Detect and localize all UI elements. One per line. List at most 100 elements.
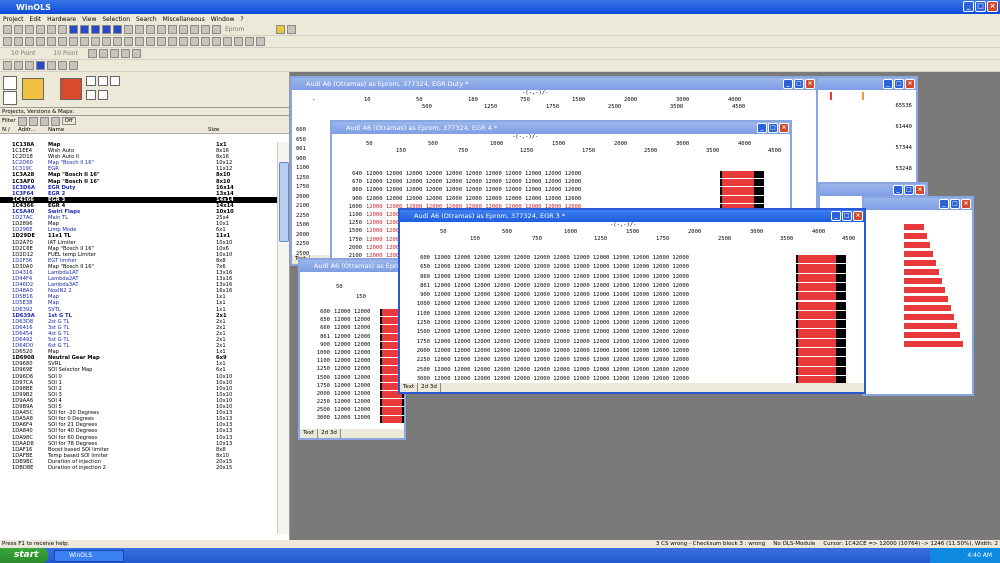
help-icon[interactable] [287,25,297,34]
grid-row[interactable]: 860 12000 12000 12000 12000 12000 12000 1… [402,273,864,282]
menu-search[interactable]: Search [136,16,157,23]
grid-row[interactable]: 2250 12000 12000 12000 12000 12000 12000 … [402,356,864,365]
tab-2d3d[interactable]: 2d 3d [418,383,441,392]
menu-view[interactable]: View [82,16,96,23]
menu-edit[interactable]: Edit [30,16,42,23]
tool-icon[interactable] [131,49,141,58]
tool-icon[interactable] [223,37,232,46]
minimize-button[interactable]: _ [963,1,974,12]
col-n[interactable]: N [0,126,8,133]
grid-row[interactable]: 1750 12000 12000 12000 12000 12000 12000 … [402,338,864,347]
settings-icon[interactable] [276,25,286,34]
open-icon[interactable] [14,25,23,34]
tool-icon[interactable] [146,37,155,46]
tool-icon[interactable] [245,37,254,46]
tab-text[interactable]: Text [300,429,319,438]
percent-icon[interactable] [234,37,243,46]
home-icon[interactable] [168,25,177,34]
filter-icon[interactable] [39,116,49,126]
grid-row[interactable]: 1500 12000 12000 12000 12000 12000 12000 … [402,328,864,337]
prev-icon[interactable] [80,25,89,34]
maximize-button[interactable]: □ [842,211,852,221]
grid-row[interactable]: 900 12000 12000 12000 12000 12000 12000 1… [402,291,864,300]
grid-icon[interactable] [91,25,100,34]
tool-icon[interactable] [168,37,177,46]
tool-icon[interactable] [109,49,119,58]
minimize-button[interactable]: _ [757,123,767,133]
tool-icon[interactable] [58,37,67,46]
open-folder-icon[interactable] [22,78,44,100]
back-icon[interactable] [157,25,166,34]
scroll-thumb[interactable] [279,162,289,242]
filter-icon[interactable] [17,116,27,126]
grid-row[interactable]: 600 12000 12000 12000 12000 12000 12000 1… [402,254,864,263]
menu-window[interactable]: Window [211,16,235,23]
close-button[interactable]: × [987,1,998,12]
paste-icon[interactable] [58,25,67,34]
tool-icon[interactable] [124,37,133,46]
minimize-button[interactable]: _ [893,185,903,195]
filter-icon[interactable] [28,116,38,126]
tool-icon[interactable] [113,37,122,46]
first-icon[interactable] [69,25,78,34]
zoom-icon[interactable] [146,25,155,34]
forward-icon[interactable] [179,25,188,34]
tool-icon[interactable] [190,37,199,46]
save-project-icon[interactable] [3,91,17,105]
col-slash[interactable]: / [8,126,18,133]
copy-icon[interactable] [47,25,56,34]
maximize-button[interactable]: □ [768,123,778,133]
tool-icon[interactable] [91,37,100,46]
map-window-egr3[interactable]: Audi A6 (Otramas) as Eprom, 377324, EGR … [398,208,866,394]
eprom-icon[interactable] [212,25,221,34]
tool-icon[interactable] [98,76,108,86]
last-icon[interactable] [113,25,122,34]
maximize-button[interactable]: □ [794,79,804,89]
taskbar-item-winols[interactable]: WinOLS [54,549,124,562]
grid-row[interactable]: 2000 12000 12000 12000 12000 12000 12000 … [402,347,864,356]
tool-icon[interactable] [47,37,56,46]
tool-icon[interactable] [135,37,144,46]
new-icon[interactable] [3,25,12,34]
table-icon[interactable] [135,25,144,34]
minimize-button[interactable]: _ [939,199,949,209]
background-map-window[interactable]: _ □ × [862,196,974,396]
grid-row[interactable]: 1250 12000 12000 12000 12000 12000 12000 … [402,319,864,328]
tool-icon[interactable] [256,37,265,46]
close-button[interactable]: × [853,211,863,221]
map-list-scrollbar[interactable] [277,142,289,534]
tool-icon[interactable] [58,61,67,70]
tool-icon[interactable] [47,61,56,70]
font-size-select-1[interactable]: 10 Point [3,50,43,57]
close-button[interactable]: × [779,123,789,133]
minimize-button[interactable]: _ [831,211,841,221]
tool-icon[interactable] [120,49,130,58]
list-item[interactable]: 1DBD8E Duration of injection 2 20x15 [0,465,278,471]
font-size-select-2[interactable]: 10 Point [45,50,85,57]
filter-off-button[interactable]: Off [61,117,76,125]
grid-row[interactable]: 2500 12000 12000 12000 12000 12000 12000 … [402,366,864,375]
menu-help[interactable]: ? [240,16,243,23]
text-icon[interactable] [201,25,210,34]
grid-row[interactable]: 1000 12000 12000 12000 12000 12000 12000 … [402,300,864,309]
next-icon[interactable] [102,25,111,34]
menu-miscellaneous[interactable]: Miscellaneous [163,16,205,23]
close-button[interactable]: × [805,79,815,89]
maximize-button[interactable]: □ [950,199,960,209]
background-map-window[interactable]: _□× 655366144057344532484915245056 [808,76,918,214]
project-icon[interactable] [3,76,17,90]
tool-icon[interactable] [86,76,96,86]
tab-text[interactable]: Text [400,383,419,392]
minimize-button[interactable]: _ [883,79,893,89]
col-addr[interactable]: Addr... [18,126,48,133]
minimize-button[interactable]: _ [783,79,793,89]
tool-icon[interactable] [212,37,221,46]
tool-icon[interactable] [69,61,78,70]
col-name[interactable]: Name [48,126,208,133]
close-button[interactable]: × [905,79,915,89]
tool-icon[interactable] [14,61,23,70]
tool-icon[interactable] [157,37,166,46]
tool-icon[interactable] [69,37,78,46]
tool-icon[interactable] [3,61,12,70]
tool-icon[interactable] [3,37,12,46]
